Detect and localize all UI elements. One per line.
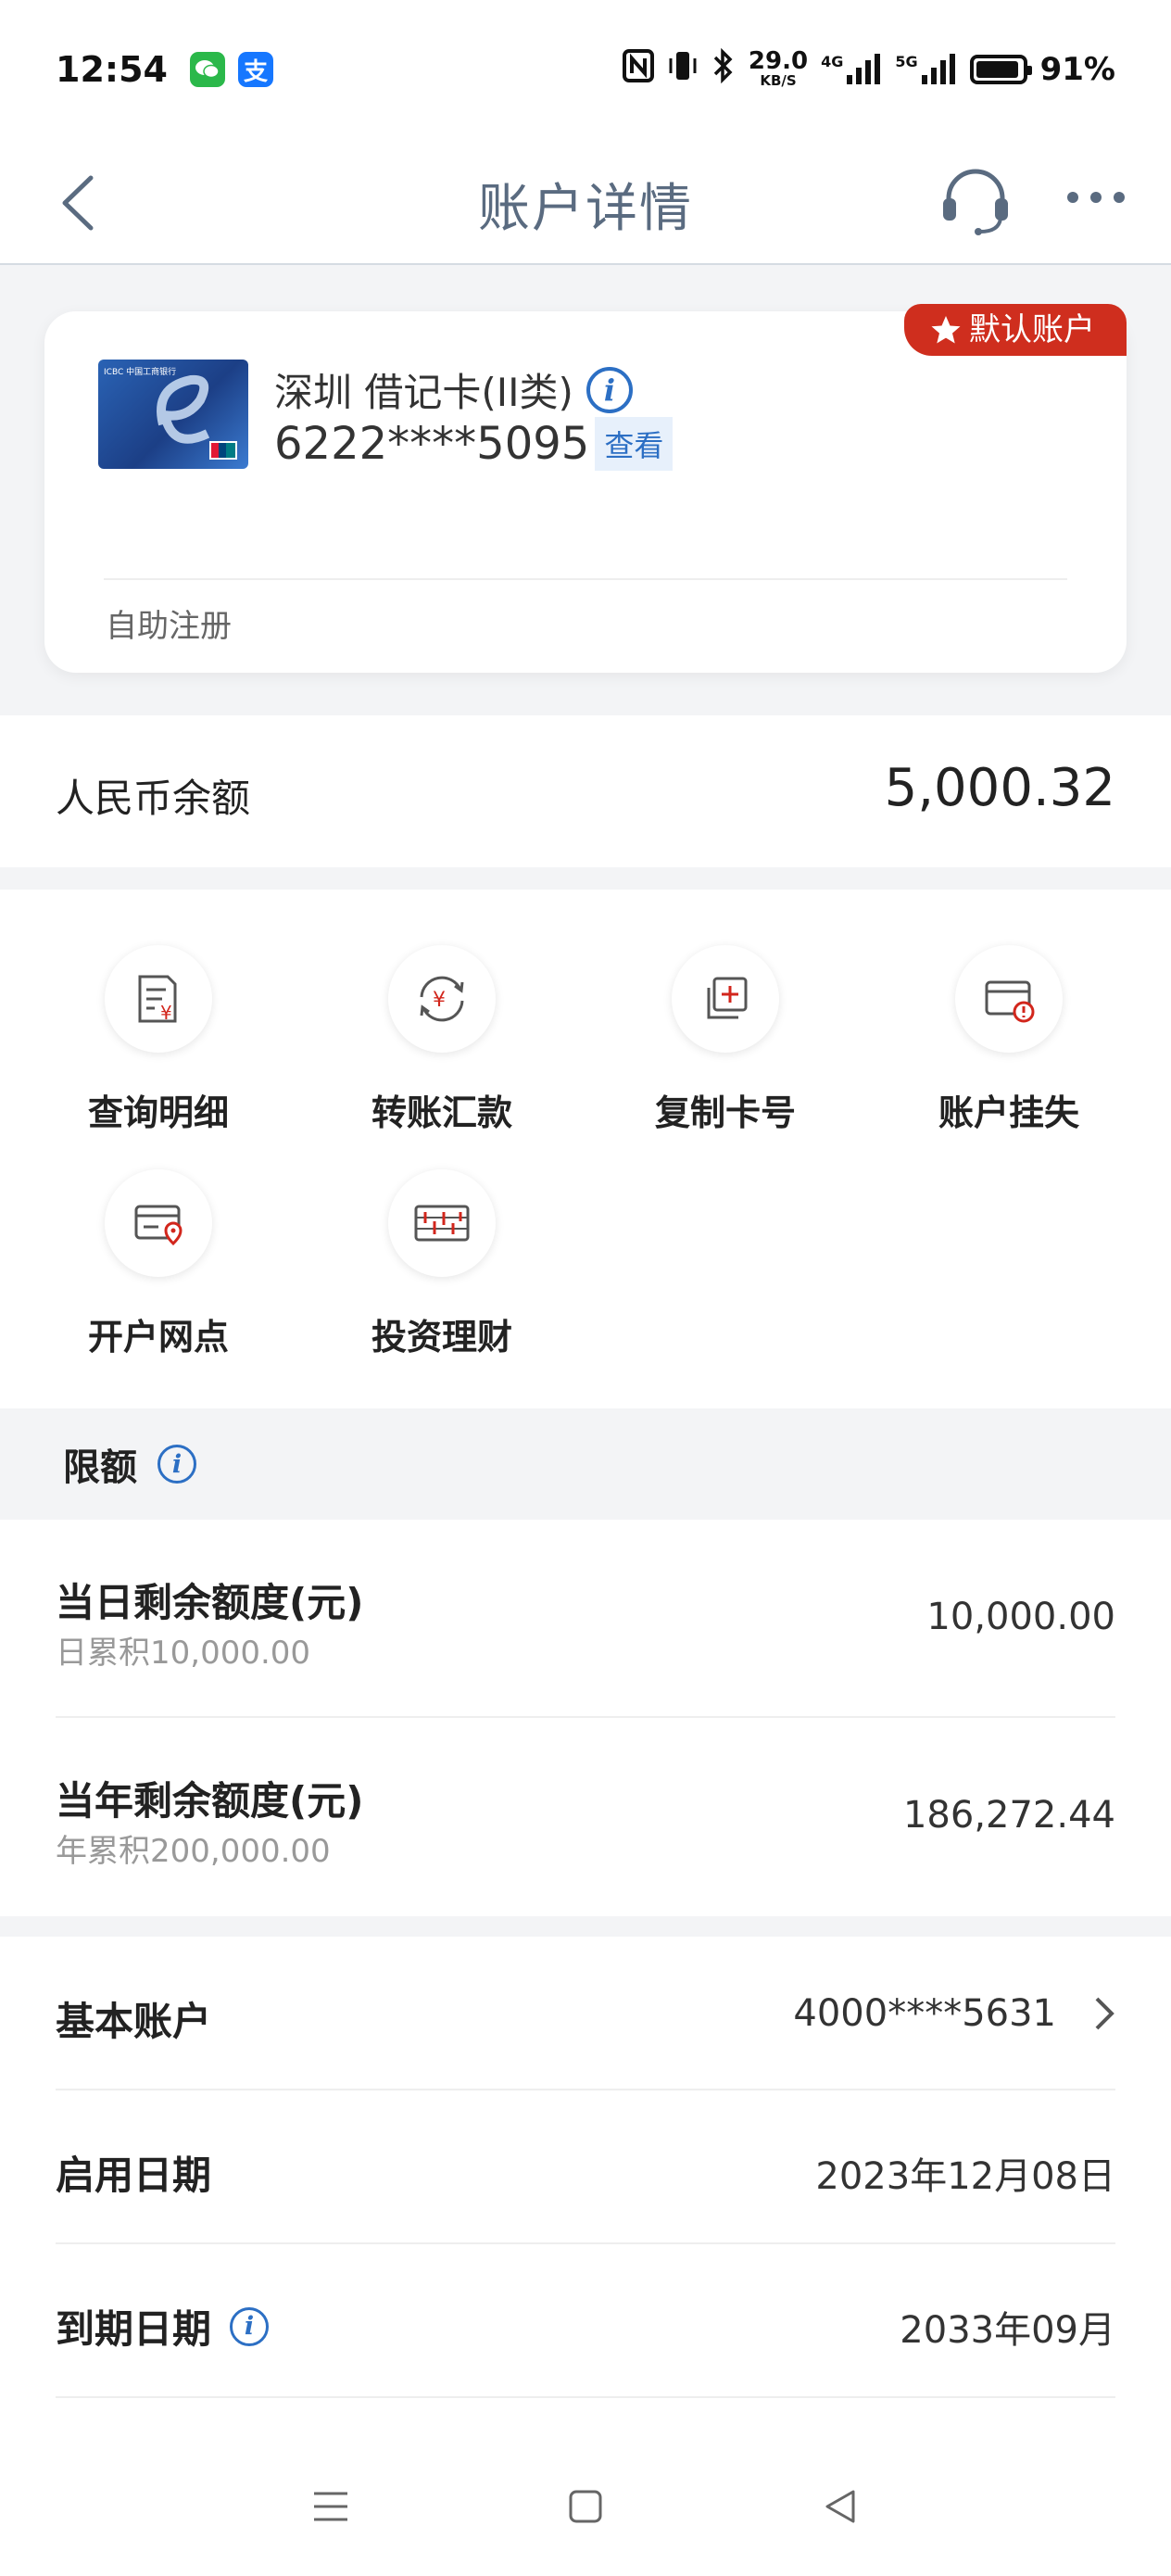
status-time: 12:54	[56, 49, 168, 90]
basic-account-value: 4000****5631	[793, 1992, 1115, 2035]
limits-title: 限额	[63, 1446, 137, 1489]
svg-text:¥: ¥	[160, 1002, 172, 1024]
status-bar: 12:54 支 29.0 KB/S 4G 5G 91%	[0, 0, 1171, 139]
expiry-date-value: 2033年09月	[900, 2309, 1115, 2352]
limits-info-icon[interactable]: i	[157, 1445, 196, 1484]
divider	[56, 2396, 1115, 2398]
chevron-right-icon	[1095, 1997, 1114, 2030]
expiry-info-icon[interactable]: i	[230, 2306, 270, 2346]
card-footer: 自助注册	[106, 608, 232, 645]
basic-account-row[interactable]: 基本账户 4000****5631	[56, 1937, 1115, 2090]
action-branch-locations[interactable]: 开户网点	[17, 1169, 300, 1359]
vibrate-icon	[667, 49, 699, 91]
more-button[interactable]	[1064, 183, 1128, 211]
balance-label: 人民币余额	[56, 776, 251, 821]
yearly-limit-label: 当年剩余额度(元)	[56, 1778, 364, 1824]
investment-icon	[414, 1205, 470, 1242]
balance-section: 人民币余额 5,000.32	[0, 715, 1171, 867]
signal-4g-icon: 4G	[821, 53, 882, 86]
balance-value: 5,000.32	[884, 758, 1115, 818]
action-query-details[interactable]: ¥ 查询明细	[17, 945, 300, 1135]
signal-5g-icon: 5G	[895, 53, 956, 86]
headset-icon	[943, 169, 1008, 235]
card-logo-text: ICBC 中国工商银行	[104, 368, 177, 377]
bank-card[interactable]: 默认账户 ICBC 中国工商银行 深圳 借记卡(II类) i 6222****5…	[44, 304, 1127, 673]
card-image: ICBC 中国工商银行	[98, 360, 248, 469]
daily-accumulated: 日累积10,000.00	[56, 1635, 311, 1672]
customer-service-button[interactable]	[938, 163, 1014, 239]
expiry-date-row: 到期日期 i 2033年09月	[56, 2244, 1115, 2398]
yearly-limit-row: 当年剩余额度(元) 年累积200,000.00 186,272.44	[56, 1718, 1115, 1916]
bluetooth-icon	[711, 47, 736, 92]
action-report-loss[interactable]: 账户挂失	[867, 945, 1151, 1135]
star-icon	[931, 316, 961, 344]
action-investment[interactable]: 投资理财	[300, 1169, 584, 1359]
yearly-limit-value: 186,272.44	[902, 1794, 1115, 1837]
svg-text:¥: ¥	[433, 989, 446, 1012]
limits-section: 当日剩余额度(元) 日累积10,000.00 10,000.00 当年剩余额度(…	[0, 1520, 1171, 1916]
status-indicators: 29.0 KB/S 4G 5G 91%	[622, 47, 1115, 92]
start-date-label: 启用日期	[56, 2153, 212, 2198]
card-info-icon[interactable]: i	[586, 366, 633, 413]
start-date-value: 2023年12月08日	[815, 2155, 1115, 2198]
system-nav-bar	[0, 2437, 1171, 2576]
start-date-row: 启用日期 2023年12月08日	[56, 2090, 1115, 2244]
more-dots-icon	[1067, 192, 1125, 203]
transfer-icon: ¥	[420, 976, 464, 1022]
nfc-icon	[622, 48, 654, 91]
home-button[interactable]	[548, 2469, 623, 2544]
card-divider	[104, 578, 1067, 580]
branch-location-icon	[134, 1205, 183, 1246]
battery-percent: 91%	[1039, 51, 1115, 88]
action-transfer[interactable]: ¥ 转账汇款	[300, 945, 584, 1135]
back-triangle-icon	[825, 2490, 855, 2523]
yearly-accumulated: 年累积200,000.00	[56, 1833, 331, 1870]
limits-header: 限额 i	[0, 1408, 1171, 1520]
card-number: 6222****5095 查看	[274, 417, 674, 471]
recent-apps-button[interactable]	[294, 2469, 368, 2544]
card-area: 默认账户 ICBC 中国工商银行 深圳 借记卡(II类) i 6222****5…	[0, 267, 1171, 715]
action-copy-card-number[interactable]: 复制卡号	[584, 945, 867, 1135]
statement-icon: ¥	[138, 975, 177, 1024]
wechat-icon	[189, 52, 225, 87]
daily-limit-row: 当日剩余额度(元) 日累积10,000.00 10,000.00	[56, 1520, 1115, 1718]
daily-limit-value: 10,000.00	[926, 1596, 1115, 1638]
network-speed: 29.0 KB/S	[748, 47, 809, 89]
basic-account-label: 基本账户	[56, 1999, 212, 2044]
view-card-number-button[interactable]: 查看	[595, 417, 674, 471]
alipay-icon: 支	[237, 52, 273, 87]
copy-icon	[707, 977, 748, 1019]
daily-limit-label: 当日剩余额度(元)	[56, 1580, 364, 1625]
nav-bar: 账户详情	[0, 139, 1171, 265]
battery-icon	[969, 55, 1032, 84]
actions-grid: ¥ 查询明细 ¥ 转账汇款 复制卡号 账户挂失 开户网点 投资理财	[0, 890, 1171, 1408]
home-square-icon	[569, 2490, 602, 2523]
default-account-badge: 默认账户	[904, 304, 1127, 356]
expiry-date-label: 到期日期 i	[56, 2298, 270, 2355]
report-loss-icon	[985, 980, 1035, 1023]
card-name: 深圳 借记卡(II类) i	[274, 361, 633, 418]
back-nav-button[interactable]	[803, 2469, 877, 2544]
menu-lines-icon	[314, 2492, 348, 2521]
account-info-section: 基本账户 4000****5631 启用日期 2023年12月08日 到期日期 …	[0, 1937, 1171, 2437]
